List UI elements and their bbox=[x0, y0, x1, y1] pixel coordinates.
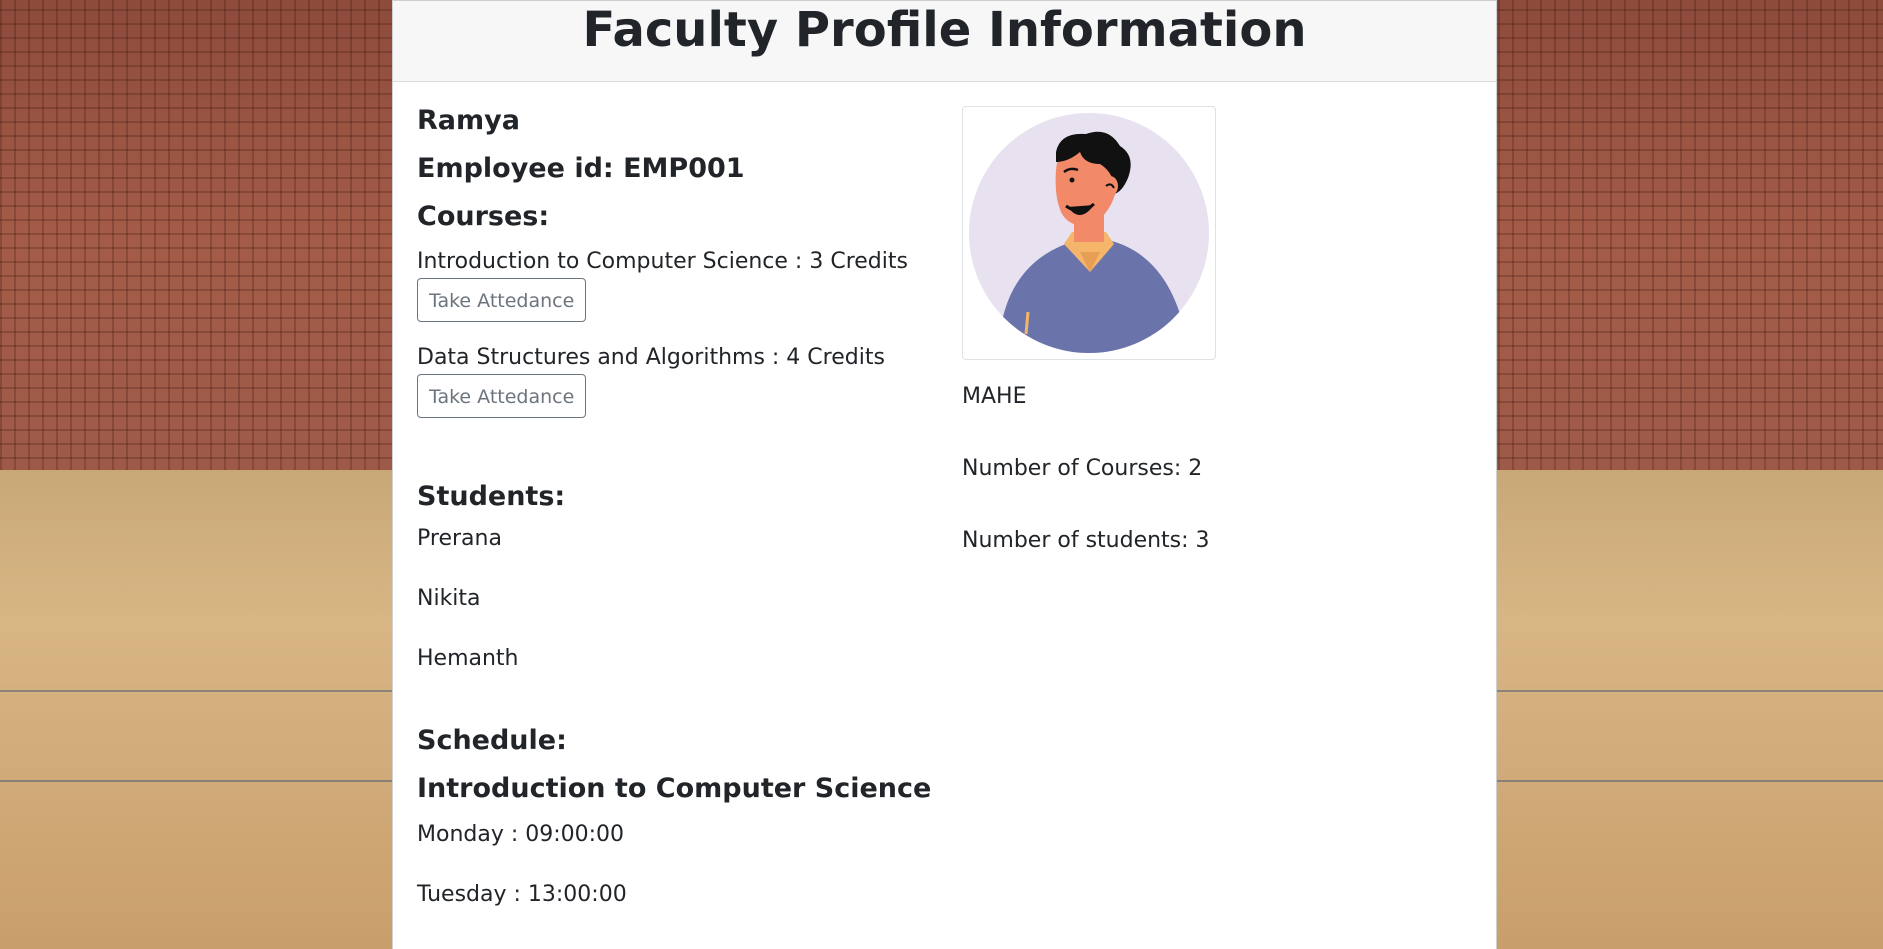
course-item: Introduction to Computer Science : 3 Cre… bbox=[417, 248, 937, 322]
profile-summary: MAHE Number of Courses: 2 Number of stud… bbox=[962, 106, 1462, 556]
course-label: Introduction to Computer Science : 3 Cre… bbox=[417, 249, 908, 274]
courses-heading: Courses: bbox=[417, 201, 550, 232]
avatar bbox=[962, 106, 1216, 360]
course-count: Number of Courses: 2 bbox=[962, 456, 1203, 481]
course-item: Data Structures and Algorithms : 4 Credi… bbox=[417, 344, 937, 418]
schedule-item: Tuesday : 13:00:00 bbox=[417, 882, 627, 907]
take-attendance-button[interactable]: Take Attedance bbox=[417, 278, 587, 322]
student-count: Number of students: 3 bbox=[962, 528, 1210, 553]
page-title: Faculty Profile Information bbox=[582, 2, 1307, 58]
employee-id: Employee id: EMP001 bbox=[417, 153, 745, 184]
person-avatar-icon bbox=[969, 113, 1209, 353]
profile-details: Ramya Employee id: EMP001 Courses: Intro… bbox=[417, 104, 937, 940]
student-item: Hemanth bbox=[417, 646, 519, 671]
institution-name: MAHE bbox=[962, 384, 1027, 409]
faculty-name: Ramya bbox=[417, 105, 520, 136]
take-attendance-button[interactable]: Take Attedance bbox=[417, 374, 587, 418]
students-heading: Students: bbox=[417, 481, 566, 512]
page-header: Faculty Profile Information bbox=[393, 0, 1496, 82]
schedule-heading: Schedule: bbox=[417, 725, 567, 756]
course-label: Data Structures and Algorithms : 4 Credi… bbox=[417, 345, 885, 370]
student-item: Nikita bbox=[417, 586, 481, 611]
profile-page: Faculty Profile Information Ramya Employ… bbox=[392, 0, 1497, 949]
schedule-course-title: Introduction to Computer Science bbox=[417, 773, 932, 804]
student-item: Prerana bbox=[417, 526, 502, 551]
schedule-item: Monday : 09:00:00 bbox=[417, 822, 625, 847]
